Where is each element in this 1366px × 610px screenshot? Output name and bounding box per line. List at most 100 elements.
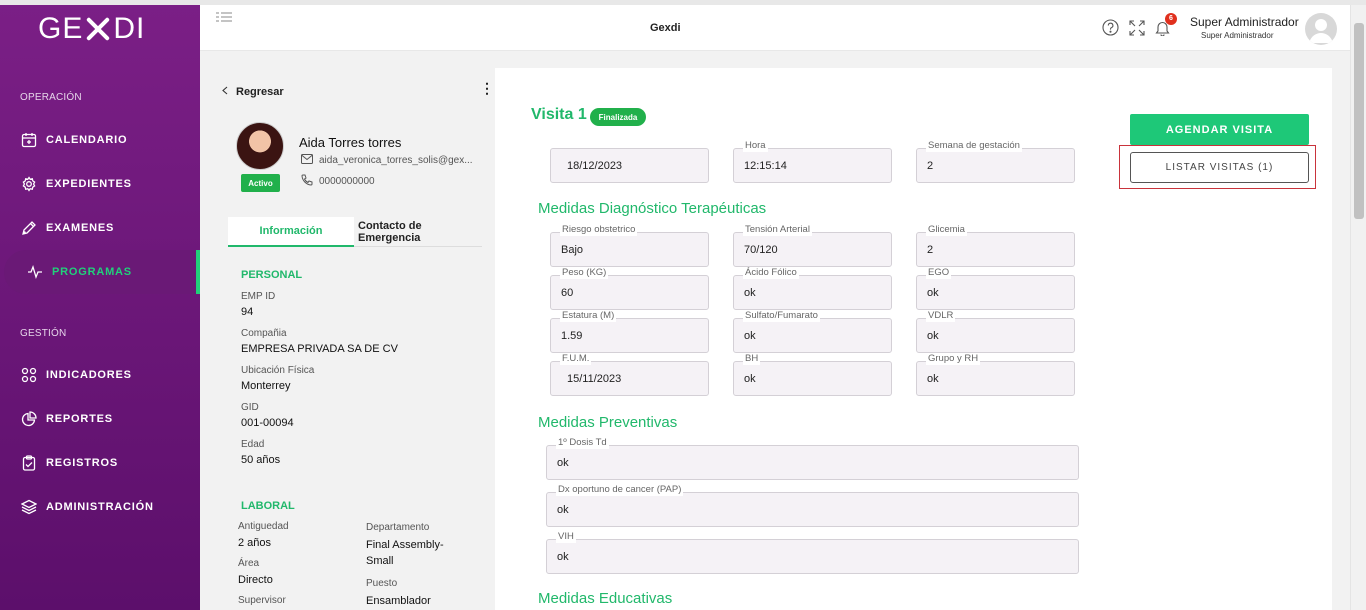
- blood-pressure-field[interactable]: Tensión Arterial 70/120: [733, 224, 892, 267]
- field-value: ok: [744, 286, 756, 299]
- sidebar-item-calendario[interactable]: CALENDARIO: [0, 118, 200, 162]
- department-value-line1: Final Assembly-: [366, 539, 444, 551]
- sidebar-item-label: CALENDARIO: [46, 134, 128, 146]
- section-operacion: OPERACIÓN: [20, 92, 82, 103]
- sidebar-item-label: EXPEDIENTES: [46, 178, 132, 190]
- gid-value: 001-00094: [241, 417, 294, 429]
- weight-field[interactable]: Peso (KG) 60: [550, 267, 709, 310]
- age-label: Edad: [241, 439, 265, 450]
- layers-icon: [20, 498, 38, 516]
- field-label: Hora: [743, 140, 768, 152]
- fum-date-field[interactable]: F.U.M. 15/11/2023: [550, 353, 709, 396]
- gestation-week-value: 2: [927, 159, 934, 172]
- sidebar-item-examenes[interactable]: EXAMENES: [0, 206, 200, 250]
- obstetric-risk-field[interactable]: Riesgo obstetrico Bajo: [550, 224, 709, 267]
- field-label: Tensión Arterial: [743, 224, 812, 236]
- field-label: Peso (KG): [560, 267, 609, 279]
- height-field[interactable]: Estatura (M) 1.59: [550, 310, 709, 353]
- field-value: 2: [927, 243, 934, 256]
- field-label: Dx oportuno de cancer (PAP): [556, 484, 684, 496]
- notifications-bell-icon[interactable]: 6: [1155, 12, 1177, 41]
- diagnostic-section-title: Medidas Diagnóstico Terapéuticas: [538, 200, 767, 217]
- field-label: Glicemia: [926, 224, 967, 236]
- notification-count-badge: 6: [1165, 12, 1177, 25]
- user-avatar[interactable]: [1305, 13, 1337, 45]
- field-label: 1º Dosis Td: [556, 437, 609, 449]
- patient-profile-panel: Regresar ⋮ Activo Aida Torres torres aid…: [200, 52, 495, 610]
- folic-acid-field[interactable]: Ácido Fólico ok: [733, 267, 892, 310]
- bh-field[interactable]: BH ok: [733, 353, 892, 396]
- help-icon[interactable]: [1102, 19, 1119, 41]
- field-value: ok: [557, 503, 569, 516]
- sidebar-item-administracion[interactable]: ADMINISTRACIÓN: [0, 485, 200, 529]
- td-dose-field[interactable]: 1º Dosis Td ok: [546, 437, 1079, 480]
- gid-label: GID: [241, 402, 259, 413]
- company-value: EMPRESA PRIVADA SA DE CV: [241, 343, 398, 355]
- field-value: ok: [927, 329, 939, 342]
- department-value-line2: Small: [366, 555, 394, 567]
- header-actions: 6: [1102, 12, 1177, 41]
- back-label: Regresar: [236, 86, 284, 98]
- logo-x-mark: [85, 16, 111, 42]
- preventive-section-title: Medidas Preventivas: [538, 414, 678, 431]
- schedule-visit-button[interactable]: AGENDAR VISITA: [1130, 114, 1309, 145]
- glycemia-field[interactable]: Glicemia 2: [916, 224, 1075, 267]
- pulse-icon: [26, 263, 44, 281]
- field-label: F.U.M.: [560, 353, 592, 365]
- field-value: Bajo: [561, 243, 584, 256]
- supervisor-label: Supervisor: [238, 595, 286, 606]
- pap-field[interactable]: Dx oportuno de cancer (PAP) ok: [546, 484, 1079, 527]
- back-link[interactable]: Regresar: [222, 86, 284, 98]
- department-label: Departamento: [366, 522, 430, 533]
- field-label: Ácido Fólico: [743, 267, 799, 279]
- personal-section-title: PERSONAL: [241, 269, 303, 281]
- sidebar-item-label: PROGRAMAS: [52, 266, 132, 278]
- position-value: Ensamblador: [366, 595, 431, 607]
- scrollbar-thumb[interactable]: [1354, 23, 1364, 219]
- field-label: Estatura (M): [560, 310, 617, 322]
- sulfate-fumarate-field[interactable]: Sulfato/Fumarato ok: [733, 310, 892, 353]
- visit-card: Visita 1 Finalizada AGENDAR VISITA LISTA…: [495, 68, 1332, 610]
- blood-group-field[interactable]: Grupo y RH ok: [916, 353, 1075, 396]
- section-gestion: GESTIÓN: [20, 328, 67, 339]
- vdlr-field[interactable]: VDLR ok: [916, 310, 1075, 353]
- sidebar-item-expedientes[interactable]: EXPEDIENTES: [0, 162, 200, 206]
- sidebar-item-registros[interactable]: REGISTROS: [0, 441, 200, 485]
- tab-contacto-emergencia[interactable]: Contacto de Emergencia: [358, 217, 482, 247]
- grid-icon: [20, 366, 38, 384]
- field-label: Semana de gestación: [926, 140, 1022, 152]
- sidebar-item-reportes[interactable]: REPORTES: [0, 397, 200, 441]
- sidebar: GE DI OPERACIÓN CALENDARIO EXPEDIENTES EX…: [0, 0, 200, 610]
- list-visits-button[interactable]: LISTAR VISITAS (1): [1130, 152, 1309, 183]
- phone-icon: [301, 174, 313, 189]
- position-label: Puesto: [366, 578, 398, 589]
- ego-field[interactable]: EGO ok: [916, 267, 1075, 310]
- sidebar-item-programas[interactable]: PROGRAMAS: [4, 250, 200, 294]
- field-value: 15/11/2023: [567, 372, 622, 385]
- email-text: aida_veronica_torres_solis@gex...: [319, 155, 473, 166]
- more-options-icon[interactable]: ⋮: [480, 80, 494, 97]
- field-label: EGO: [926, 267, 952, 279]
- area-label: Área: [238, 558, 260, 569]
- vih-field[interactable]: VIH ok: [546, 531, 1079, 574]
- sidebar-item-label: REPORTES: [46, 413, 113, 425]
- fullscreen-icon[interactable]: [1129, 19, 1145, 41]
- visit-time-field[interactable]: Hora 12:15:14: [733, 140, 892, 183]
- page-scrollbar[interactable]: [1350, 5, 1366, 610]
- area-value: Directo: [238, 574, 273, 586]
- sidebar-item-indicadores[interactable]: INDICADORES: [0, 353, 200, 397]
- visit-date-field[interactable]: 18/12/2023: [550, 148, 709, 183]
- pie-chart-icon: [20, 410, 38, 428]
- calendar-icon: [20, 131, 38, 149]
- profile-tabs: Información Contacto de Emergencia: [228, 217, 482, 247]
- gestation-week-field[interactable]: Semana de gestación 2: [916, 140, 1075, 183]
- seniority-value: 2 años: [238, 537, 272, 549]
- menu-toggle-icon[interactable]: [216, 11, 232, 29]
- top-border: [0, 0, 1366, 5]
- sidebar-item-label: INDICADORES: [46, 369, 132, 381]
- tab-informacion[interactable]: Información: [228, 217, 354, 247]
- visit-status-badge: Finalizada: [590, 108, 646, 126]
- user-name[interactable]: Super Administrador: [1190, 15, 1299, 29]
- patient-phone: 0000000000: [301, 174, 375, 189]
- gexdi-logo[interactable]: GE DI: [38, 12, 145, 46]
